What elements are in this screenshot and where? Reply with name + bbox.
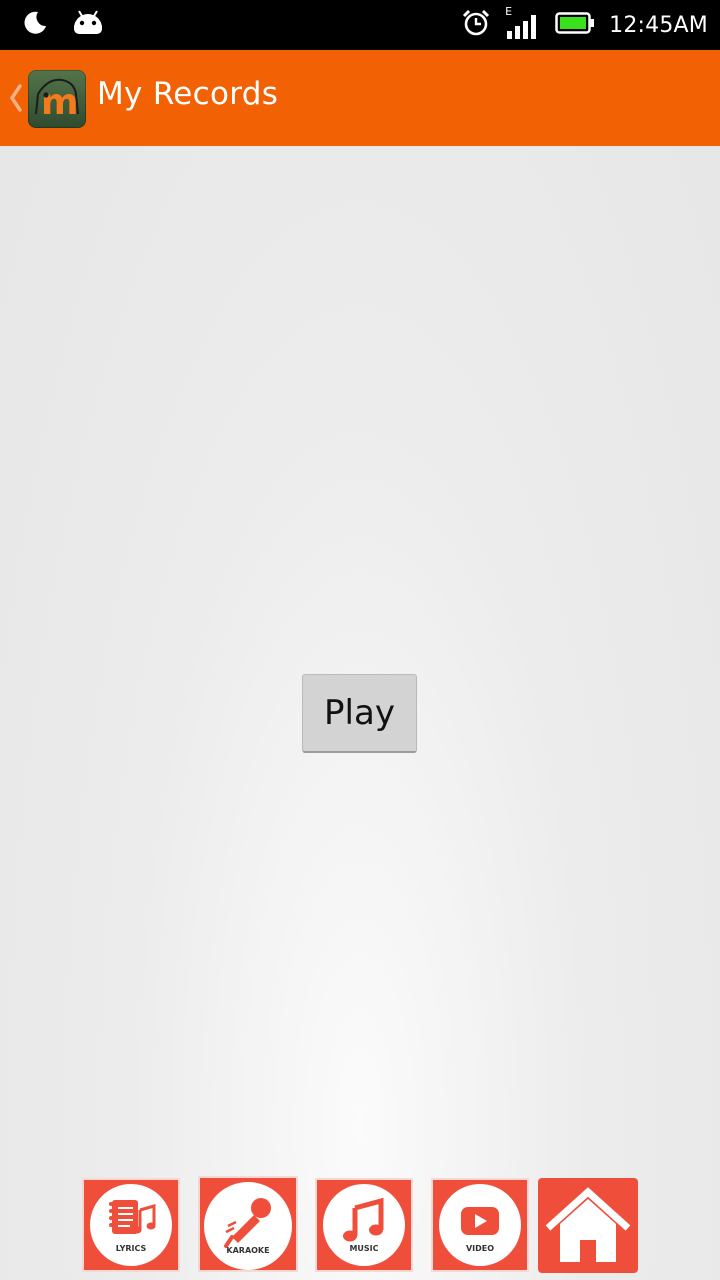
lyrics-icon — [109, 1200, 156, 1234]
moon-icon — [22, 9, 48, 39]
nav-music-circle: MUSIC — [323, 1184, 405, 1266]
nav-video-button[interactable]: VIDEO — [431, 1178, 529, 1272]
music-note-icon — [343, 1197, 384, 1242]
logo-letter: m — [41, 82, 79, 123]
bottom-nav: LYRICS KARAOKE MUSIC VIDEO — [0, 1176, 720, 1280]
nav-music-button[interactable]: MUSIC — [315, 1178, 413, 1272]
play-button[interactable]: Play — [302, 674, 417, 753]
page-title: My Records — [97, 76, 279, 112]
video-play-icon — [461, 1207, 499, 1235]
nav-lyrics-circle: LYRICS — [90, 1184, 172, 1266]
nav-karaoke-button[interactable]: KARAOKE — [198, 1176, 298, 1272]
status-clock: 12:45AM — [609, 12, 708, 38]
nav-lyrics-button[interactable]: LYRICS — [82, 1178, 180, 1272]
app-bar: m My Records — [0, 50, 720, 146]
nav-video-label: VIDEO — [465, 1244, 495, 1253]
microphone-icon — [224, 1198, 271, 1248]
nav-video-circle: VIDEO — [439, 1184, 521, 1266]
nav-home-button[interactable] — [538, 1178, 638, 1273]
back-chevron-icon[interactable] — [6, 80, 26, 116]
status-bar: E 12:45AM — [0, 0, 720, 50]
android-icon — [70, 8, 106, 40]
nav-karaoke-label: KARAOKE — [226, 1246, 270, 1255]
nav-karaoke-circle: KARAOKE — [204, 1182, 292, 1270]
home-icon — [545, 1187, 631, 1262]
signal-icon: E — [505, 5, 541, 41]
nav-lyrics-label: LYRICS — [115, 1244, 147, 1253]
app-logo[interactable]: m — [28, 70, 86, 128]
battery-icon — [555, 11, 595, 39]
alarm-icon — [461, 8, 491, 42]
nav-music-label: MUSIC — [349, 1244, 379, 1253]
